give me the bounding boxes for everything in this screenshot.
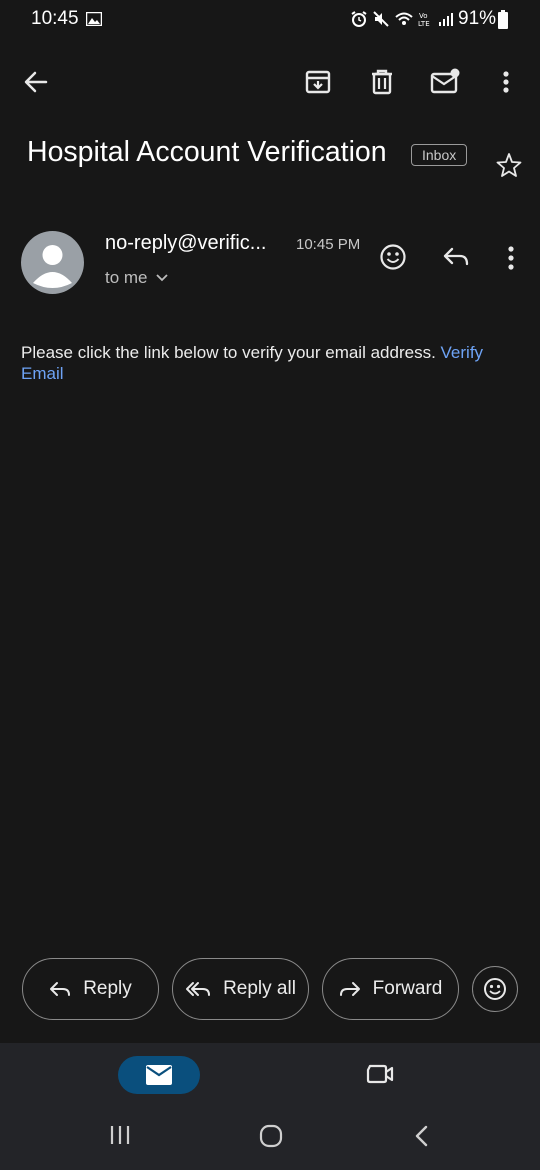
chevron-down-icon (155, 274, 168, 282)
svg-text:Vo: Vo (419, 12, 428, 20)
reply-button[interactable]: Reply (22, 958, 159, 1020)
inbox-label-badge[interactable]: Inbox (411, 144, 468, 166)
emoji-reaction-button[interactable] (472, 966, 518, 1012)
reply-icon (50, 982, 71, 996)
recipient-label: to me (105, 268, 148, 287)
reply-all-icon (186, 982, 211, 996)
forward-button-label: Forward (372, 978, 443, 999)
mail-tab[interactable] (118, 1056, 200, 1094)
mark-unread-icon[interactable] (430, 68, 462, 96)
meet-tab[interactable] (366, 1062, 394, 1086)
system-back-icon[interactable] (413, 1124, 431, 1148)
recent-apps-icon[interactable] (109, 1124, 131, 1146)
emoji-icon (484, 978, 506, 1000)
star-icon[interactable] (496, 152, 522, 178)
email-body: Please click the link below to verify yo… (21, 342, 521, 384)
message-more-icon[interactable] (503, 245, 519, 271)
email-subject: Hospital Account Verification (27, 136, 387, 168)
home-icon[interactable] (259, 1124, 283, 1148)
recipient-details[interactable]: to me (105, 268, 168, 288)
svg-text:LTE: LTE (418, 20, 430, 28)
signal-icon (439, 13, 453, 26)
sender-avatar[interactable] (21, 231, 84, 294)
delete-icon[interactable] (368, 68, 396, 96)
volte-icon: VoLTE (418, 12, 430, 28)
forward-button[interactable]: Forward (322, 958, 459, 1020)
status-icons: Vo LTE (350, 10, 454, 28)
email-body-text: Please click the link below to verify yo… (21, 343, 436, 362)
gallery-icon (86, 12, 102, 26)
add-reaction-icon[interactable] (379, 243, 407, 271)
archive-icon[interactable] (304, 68, 332, 96)
forward-icon (339, 982, 360, 996)
wifi-icon (395, 12, 413, 25)
bottom-navigation (0, 1043, 540, 1170)
reply-icon[interactable] (442, 245, 470, 269)
reply-button-label: Reply (83, 978, 132, 999)
status-time: 10:45 (31, 8, 79, 29)
email-time: 10:45 PM (296, 236, 361, 253)
video-camera-icon (366, 1064, 394, 1084)
sender-name[interactable]: no-reply@verific... (105, 232, 266, 255)
reply-all-button-label: Reply all (223, 978, 296, 999)
battery-icon (497, 10, 509, 30)
reply-all-button[interactable]: Reply all (172, 958, 309, 1020)
back-arrow-icon[interactable] (22, 68, 50, 96)
mute-icon (373, 11, 389, 27)
mail-icon (146, 1065, 172, 1085)
alarm-icon (351, 11, 367, 27)
more-vert-icon[interactable] (496, 68, 516, 96)
battery-percent: 91% (458, 8, 497, 29)
